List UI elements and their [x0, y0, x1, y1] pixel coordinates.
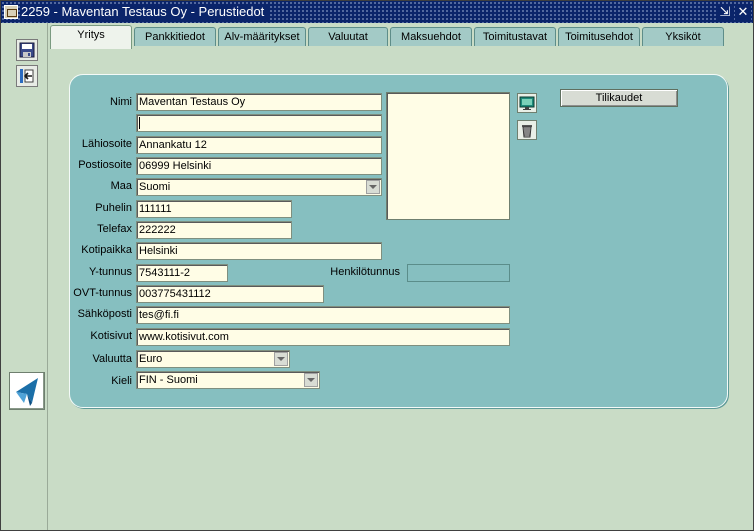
chevron-down-icon[interactable] [274, 352, 288, 366]
sahkoposti-input[interactable]: tes@fi.fi [136, 306, 510, 324]
sahkoposti-label: Sähköposti [77, 308, 132, 320]
exit-button[interactable] [16, 65, 38, 87]
close-icon[interactable]: ✕ [735, 4, 751, 20]
henkilotunnus-input[interactable] [407, 264, 510, 282]
nimi-label: Nimi [110, 96, 132, 108]
title-bar[interactable]: 2259 - Maventan Testaus Oy - Perustiedot… [1, 1, 753, 23]
henkilotunnus-label: Henkilötunnus [330, 266, 400, 278]
kieli-select[interactable]: FIN - Suomi [136, 371, 320, 389]
tab-bar: Yritys Pankkitiedot Alv-määritykset Valu… [48, 25, 753, 49]
maventa-logo-icon [16, 378, 38, 406]
maa-select[interactable]: Suomi [136, 178, 382, 196]
exit-icon [20, 69, 34, 83]
tab-alv-maaritykset[interactable]: Alv-määritykset [218, 27, 306, 47]
chevron-down-icon[interactable] [304, 373, 318, 387]
add-image-button[interactable] [517, 93, 537, 113]
ytunnus-label: Y-tunnus [88, 266, 132, 278]
image-icon [519, 96, 535, 110]
window-title: 2259 - Maventan Testaus Oy - Perustiedot [21, 4, 271, 20]
postiosoite-label: Postiosoite [78, 159, 132, 171]
ytunnus-input[interactable]: 7543111-2 [136, 264, 228, 282]
postiosoite-input[interactable]: 06999 Helsinki [136, 157, 382, 175]
valuutta-value: Euro [139, 353, 163, 365]
kieli-label: Kieli [111, 375, 132, 387]
save-button[interactable] [16, 39, 38, 61]
tab-yksikot[interactable]: Yksiköt [642, 27, 724, 47]
save-icon [19, 42, 35, 58]
puhelin-input[interactable]: 111111 [136, 200, 292, 218]
client-area: Yritys Pankkitiedot Alv-määritykset Valu… [48, 23, 753, 530]
tab-valuutat[interactable]: Valuutat [308, 27, 388, 47]
chevron-down-icon[interactable] [366, 180, 380, 194]
kieli-value: FIN - Suomi [139, 374, 198, 386]
tilikaudet-button[interactable]: Tilikaudet [560, 89, 678, 107]
valuutta-select[interactable]: Euro [136, 350, 290, 368]
tab-content: Nimi Maventan Testaus Oy Lähiosoite Anna… [48, 46, 753, 530]
company-logo-image [386, 92, 510, 220]
ovt-input[interactable]: 003775431112 [136, 285, 324, 303]
lahiosoite-input[interactable]: Annankatu 12 [136, 136, 382, 154]
telefax-input[interactable]: 222222 [136, 221, 292, 239]
delete-image-button[interactable] [517, 120, 537, 140]
lahiosoite-label: Lähiosoite [81, 138, 132, 150]
kotipaikka-label: Kotipaikka [81, 244, 132, 256]
nimi-input[interactable]: Maventan Testaus Oy [136, 93, 382, 111]
app-window: 2259 - Maventan Testaus Oy - Perustiedot… [0, 0, 754, 531]
tab-toimitustavat[interactable]: Toimitustavat [474, 27, 556, 47]
kotisivut-label: Kotisivut [90, 330, 132, 342]
minimize-icon[interactable]: ⇲ [717, 4, 733, 20]
telefax-label: Telefax [97, 223, 132, 235]
left-toolbar [1, 23, 48, 530]
company-info-panel: Nimi Maventan Testaus Oy Lähiosoite Anna… [69, 74, 728, 408]
kotisivut-input[interactable]: www.kotisivut.com [136, 328, 510, 346]
maventa-logo-button[interactable] [9, 372, 45, 410]
app-icon [4, 5, 18, 19]
maa-label: Maa [110, 180, 132, 192]
maa-value: Suomi [139, 181, 171, 193]
tab-toimitusehdot[interactable]: Toimitusehdot [558, 27, 640, 47]
kotipaikka-input[interactable]: Helsinki [136, 242, 382, 260]
text-caret [139, 117, 140, 129]
tab-maksuehdot[interactable]: Maksuehdot [390, 27, 472, 47]
valuutta-label: Valuutta [92, 353, 132, 365]
ovt-label: OVT-tunnus [73, 287, 132, 299]
tab-pankkitiedot[interactable]: Pankkitiedot [134, 27, 216, 47]
tab-yritys[interactable]: Yritys [50, 25, 132, 49]
puhelin-label: Puhelin [95, 202, 132, 214]
trash-icon [522, 125, 532, 138]
nimi2-input[interactable] [136, 114, 382, 132]
